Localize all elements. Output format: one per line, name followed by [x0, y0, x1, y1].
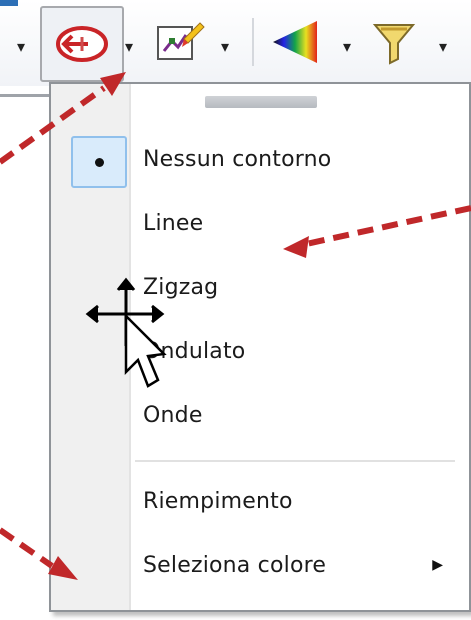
menu-item-label: Riempimento — [143, 488, 293, 514]
outline-dropdown-arrow-icon[interactable]: ▾ — [118, 26, 140, 66]
fill-dropdown-arrow-icon[interactable]: ▾ — [336, 26, 358, 66]
menu-item-zigzag[interactable]: Zigzag — [51, 258, 465, 316]
dropdown-arrow-icon[interactable]: ▾ — [10, 26, 32, 66]
menu-item-label: Ondulato — [143, 338, 246, 364]
menu-separator — [135, 460, 455, 462]
menu-item-label: Zigzag — [143, 274, 219, 300]
outline-arrow-icon — [56, 26, 108, 62]
menu-drag-grip[interactable] — [205, 96, 317, 108]
submenu-arrow-icon: ▶ — [432, 557, 443, 573]
menu-item-label: Linee — [143, 210, 204, 236]
menu-item-label: Nessun contorno — [143, 146, 332, 172]
document-area-edge — [0, 94, 56, 620]
toolbar-separator — [252, 18, 254, 66]
edit-dropdown-arrow-icon[interactable]: ▾ — [214, 26, 236, 66]
outline-style-menu: Nessun contorno Linee Zigzag Ondulato On… — [49, 82, 471, 612]
funnel-icon — [372, 24, 416, 65]
menu-item-nessun-contorno[interactable]: Nessun contorno — [51, 130, 465, 188]
window-edge — [0, 0, 18, 6]
selected-indicator — [71, 136, 127, 188]
bullet-icon — [94, 157, 104, 167]
menu-item-label: Onde — [143, 402, 203, 428]
filter-dropdown-arrow-icon[interactable]: ▾ — [432, 26, 454, 66]
color-triangle-icon — [273, 21, 317, 63]
menu-item-riempimento[interactable]: Riempimento — [51, 472, 465, 530]
toolbar: ▾ ▾ ▾ ▾ ▾ — [0, 0, 471, 86]
menu-item-label: Seleziona colore — [143, 552, 327, 578]
menu-item-seleziona-colore[interactable]: Seleziona colore ▶ — [51, 536, 465, 594]
filter-button[interactable] — [366, 6, 422, 78]
outline-style-button[interactable] — [40, 6, 124, 82]
menu-item-ondulato[interactable]: Ondulato — [51, 322, 465, 380]
edit-points-button[interactable] — [150, 6, 210, 78]
edit-points-icon — [157, 22, 205, 60]
menu-item-onde[interactable]: Onde — [51, 386, 465, 444]
menu-item-linee[interactable]: Linee — [51, 194, 465, 252]
fill-color-button[interactable] — [262, 6, 328, 78]
